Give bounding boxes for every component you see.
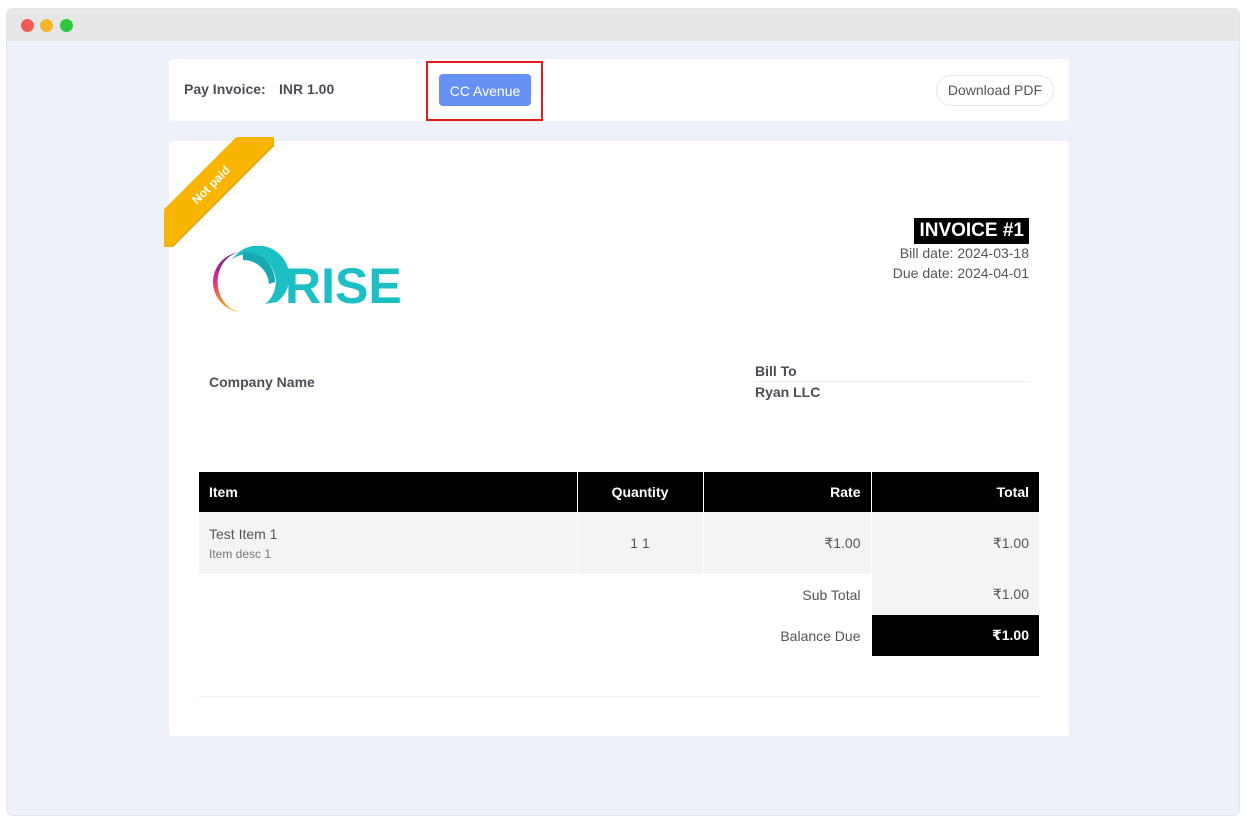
cc-avenue-button[interactable]: CC Avenue <box>439 74 531 106</box>
pay-invoice-label: Pay Invoice: <box>184 81 266 97</box>
invoice-preview: Not paid RISE INVOICE #1 Bill date: 2024… <box>164 137 1069 736</box>
item-description: Item desc 1 <box>209 546 272 561</box>
due-date: Due date: 2024-04-01 <box>892 265 1029 281</box>
divider <box>199 696 1039 697</box>
sub-total-label: Sub Total <box>199 574 872 615</box>
pay-invoice-bar: Pay Invoice: INR 1.00 CC Avenue Download… <box>169 59 1069 121</box>
item-total: ₹1.00 <box>871 512 1039 574</box>
download-pdf-button[interactable]: Download PDF <box>935 75 1054 106</box>
balance-due-label: Balance Due <box>199 615 872 656</box>
balance-due-row: Balance Due ₹1.00 <box>199 615 1039 656</box>
svg-text:RISE: RISE <box>285 258 402 314</box>
browser-window: Pay Invoice: INR 1.00 CC Avenue Download… <box>7 9 1239 815</box>
item-cell: Test Item 1 Item desc 1 <box>199 512 578 574</box>
header-quantity: Quantity <box>577 472 704 512</box>
item-title: Test Item 1 <box>209 525 278 542</box>
bill-date: Bill date: 2024-03-18 <box>899 245 1029 261</box>
invoice-title: INVOICE #1 <box>914 218 1029 244</box>
bill-to-client: Ryan LLC <box>755 384 821 400</box>
minimize-window-dot[interactable] <box>40 19 53 32</box>
window-titlebar <box>7 9 1239 41</box>
not-paid-ribbon: Not paid <box>164 137 274 247</box>
pay-invoice-amount: INR 1.00 <box>279 81 335 97</box>
balance-due-value: ₹1.00 <box>871 615 1039 656</box>
header-item: Item <box>199 472 578 512</box>
header-total: Total <box>871 472 1039 512</box>
sub-total-value: ₹1.00 <box>871 574 1039 615</box>
sub-total-row: Sub Total ₹1.00 <box>199 574 1039 615</box>
item-quantity: 1 1 <box>577 512 704 574</box>
maximize-window-dot[interactable] <box>60 19 73 32</box>
close-window-dot[interactable] <box>21 19 34 32</box>
table-header-row: Item Quantity Rate Total <box>199 472 1039 512</box>
company-name: Company Name <box>209 374 315 390</box>
item-rate: ₹1.00 <box>703 512 872 574</box>
bill-to-label: Bill To <box>755 363 1029 382</box>
header-rate: Rate <box>703 472 872 512</box>
rise-logo: RISE <box>213 246 402 314</box>
status-ribbon: Not paid <box>164 137 274 247</box>
invoice-items-table: Item Quantity Rate Total Test Item 1 Ite… <box>199 472 1039 656</box>
table-row: Test Item 1 Item desc 1 1 1 ₹1.00 ₹1.00 <box>199 512 1039 574</box>
